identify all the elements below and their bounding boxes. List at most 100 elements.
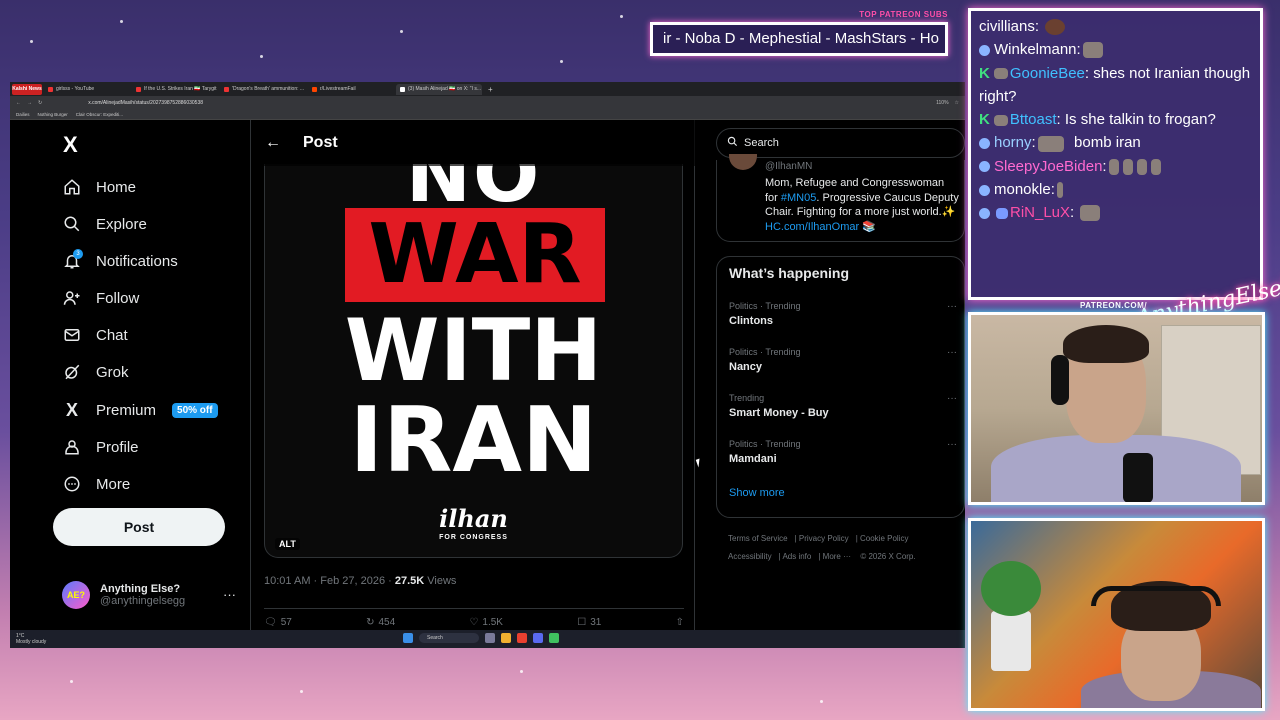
hashtag-link[interactable]: #MN05 (781, 192, 816, 204)
footer-link[interactable]: Privacy Policy (799, 534, 849, 543)
post-header: ← Post (251, 120, 696, 166)
repost-button[interactable]: ↻ 454 (366, 614, 395, 630)
weather-widget[interactable]: 1°C Mostly cloudy (16, 633, 46, 645)
emote-icon (993, 68, 1008, 80)
trend-item[interactable]: Politics · Trending Nancy ··· (729, 347, 957, 373)
plant-leaves (981, 561, 1041, 616)
account-name: Anything Else? (100, 583, 181, 595)
app-icon[interactable] (549, 633, 559, 643)
like-button[interactable]: ♡ 1.5K (469, 614, 503, 630)
bio-link[interactable]: HC.com/IlhanOmar (765, 221, 859, 233)
folder-icon[interactable] (501, 633, 511, 643)
tab-dragons-breath[interactable]: 'Dragon's Breath' ammunition: ... (220, 84, 306, 95)
reply-button[interactable]: 🗨 57 (264, 614, 292, 630)
footer-link[interactable]: Terms of Service (728, 534, 788, 543)
sidebar-item-follow[interactable]: Follow (62, 283, 139, 313)
sidebar-item-chat[interactable]: Chat (62, 320, 128, 350)
app-icon[interactable] (485, 633, 495, 643)
more-options-icon[interactable]: ··· (223, 587, 236, 602)
chat-message: horny: bomb iran (979, 131, 1252, 154)
footer-link[interactable]: More ··· (823, 552, 851, 561)
sidebar-item-premium[interactable]: X Premium 50% off (62, 395, 218, 425)
post-timestamp: 10:01 AM · Feb 27, 2026 · (264, 575, 395, 587)
new-tab-button[interactable]: + (484, 85, 497, 94)
search-icon (727, 136, 738, 150)
heart-icon: ♡ (469, 616, 479, 628)
footer-link[interactable]: Accessibility (728, 552, 772, 561)
trend-item[interactable]: Trending Smart Money - Buy ··· (729, 393, 957, 419)
url-field[interactable]: x.com/AlinejadMasih/status/2027398752886… (88, 100, 930, 106)
chat-username: Bttoast (1009, 111, 1057, 129)
sidebar-item-more[interactable]: More (62, 469, 130, 499)
reload-icon[interactable]: ↻ (38, 100, 42, 106)
emote-icon (996, 207, 1008, 219)
post-button[interactable]: Post (53, 508, 225, 546)
grok-icon (62, 362, 82, 382)
tab-strikes[interactable]: If the U.S. Strikes Iran 🇮🇷 Tarygit (132, 84, 218, 95)
bookmark-icon: ☐ (577, 616, 587, 628)
tab-kalshi[interactable]: Kalshi News (12, 83, 42, 95)
bookmark-button[interactable]: ☐ 31 (577, 614, 601, 630)
sidebar-item-grok[interactable]: Grok (62, 357, 129, 387)
post-image[interactable]: NO WAR WITH IRAN ilhan FOR CONGRESS ALT (264, 164, 683, 558)
x-logo-icon[interactable]: X (63, 132, 78, 158)
sidebar-item-explore[interactable]: Explore (62, 209, 147, 239)
windows-start-icon[interactable] (403, 633, 413, 643)
share-button[interactable]: ⇧ (676, 614, 684, 630)
discord-icon[interactable] (533, 633, 543, 643)
forward-icon[interactable]: → (27, 100, 32, 106)
bookmark-item[interactable]: Nothing Burger (38, 112, 68, 117)
profile-card[interactable]: @IlhanMN Mom, Refugee and Congresswoman … (716, 154, 965, 242)
views-label: Views (424, 575, 457, 587)
bookmarks-bar: Dailies Nothing Burger Clair Obscur: Exp… (10, 110, 965, 120)
x-icon (400, 86, 405, 92)
bookmark-count: 31 (590, 616, 602, 628)
sidebar-item-label: Grok (96, 363, 129, 381)
tab-reddit[interactable]: r/LivestreamFail (308, 84, 394, 95)
tab-label: If the U.S. Strikes Iran 🇮🇷 Tarygit (144, 86, 217, 92)
avatar (729, 154, 757, 170)
chat-message: SleepyJoeBiden: (979, 155, 1252, 178)
back-arrow-icon[interactable]: ← (265, 134, 281, 152)
sidebar-item-label: Chat (96, 326, 128, 344)
footer-link[interactable]: Ads info (782, 552, 811, 561)
more-options-icon[interactable]: ··· (947, 301, 957, 312)
person-hair (1063, 325, 1149, 363)
taskbar-search[interactable]: Search (419, 633, 479, 643)
tab-x-post[interactable]: (3) Masih Alinejad 🇮🇷 on X: "I s... (396, 83, 482, 95)
star-icon[interactable]: ☆ (955, 100, 959, 106)
trend-item[interactable]: Politics · Trending Clintons ··· (729, 301, 957, 327)
back-icon[interactable]: ← (16, 100, 21, 106)
more-options-icon[interactable]: ··· (947, 393, 957, 404)
more-options-icon[interactable]: ··· (947, 439, 957, 450)
more-options-icon[interactable]: ··· (947, 347, 957, 358)
zoom-level[interactable]: 110% (936, 100, 948, 106)
bookmark-item[interactable]: Clair Obscur: Expediti... (76, 112, 123, 117)
tab-youtube[interactable]: girlsss - YouTube (44, 84, 130, 95)
sidebar-item-label: Home (96, 178, 137, 196)
sidebar-item-profile[interactable]: Profile (62, 432, 139, 462)
panel-title: What’s happening (729, 265, 850, 281)
sidebar-item-home[interactable]: Home (62, 172, 136, 202)
microphone-icon (1123, 453, 1153, 502)
browser-icon[interactable] (517, 633, 527, 643)
show-more-link[interactable]: Show more (729, 487, 785, 499)
account-switcher[interactable]: AE? Anything Else? @anythingelsegg ··· (62, 575, 242, 615)
footer-link[interactable]: Cookie Policy (860, 534, 908, 543)
alt-text-badge[interactable]: ALT (275, 538, 300, 550)
stream-chat-panel: civillians: Winkelmann: K GoonieBee: shes… (968, 8, 1263, 300)
emote-icon (1108, 158, 1119, 175)
patreon-ticker: ir - Noba D - Mephestial - MashStars - H… (650, 22, 948, 56)
post-actions: 🗨 57 ↻ 454 ♡ 1.5K ☐ 31 ⇧ (264, 608, 684, 630)
bookmark-item[interactable]: Dailies (16, 112, 30, 117)
chat-username: SleepyJoeBiden (994, 157, 1103, 175)
chat-message: K GoonieBee: shes not Iranian though righ… (979, 64, 1251, 105)
sidebar-item-notifications[interactable]: 3 Notifications (62, 246, 178, 276)
chat-message: RiN_LuX: (979, 201, 1252, 224)
youtube-icon (48, 86, 53, 92)
trend-item[interactable]: Politics · Trending Mamdani ··· (729, 439, 957, 465)
sidebar-item-label: Follow (96, 289, 140, 307)
headphones-icon (1091, 586, 1221, 606)
account-handle: @anythingelsegg (100, 595, 186, 607)
tab-label: girlsss - YouTube (56, 86, 95, 92)
